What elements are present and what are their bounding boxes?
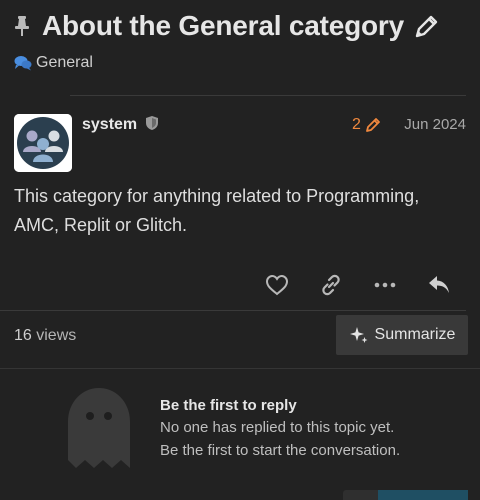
post-username[interactable]: system xyxy=(82,116,137,134)
empty-state-text: No one has replied to this topic yet. xyxy=(160,419,395,436)
edit-count: 2 xyxy=(352,116,361,133)
views-stat: 16 views xyxy=(14,327,76,345)
category-badge[interactable]: General xyxy=(14,54,93,72)
summarize-label: Summarize xyxy=(374,326,456,343)
reply-icon[interactable] xyxy=(422,268,456,302)
comments-icon xyxy=(14,55,32,71)
heart-icon[interactable] xyxy=(260,268,294,302)
topic-title: About the General category xyxy=(42,10,404,41)
post-body: This category for anything related to Pr… xyxy=(14,186,420,235)
topic-page: About the General category General syste… xyxy=(0,0,480,500)
empty-state-text: Be the first to start the conversation. xyxy=(160,442,401,459)
summarize-button[interactable]: Summarize xyxy=(336,315,468,355)
topic-header: About the General category xyxy=(14,10,470,42)
edit-title-icon[interactable] xyxy=(414,12,442,40)
footer-controls-stub[interactable] xyxy=(343,490,468,500)
sparkle-icon xyxy=(349,325,369,345)
pencil-icon xyxy=(365,117,381,133)
divider xyxy=(0,368,480,369)
link-icon[interactable] xyxy=(314,268,348,302)
shield-icon xyxy=(145,115,159,131)
empty-state-heading: Be the first to reply xyxy=(160,397,297,414)
pin-icon xyxy=(14,11,36,41)
views-count: 16 xyxy=(14,327,32,344)
category-name: General xyxy=(36,54,93,71)
post-date[interactable]: Jun 2024 xyxy=(404,116,466,133)
edit-history-button[interactable]: 2 xyxy=(352,116,381,134)
avatar[interactable] xyxy=(14,114,72,172)
divider xyxy=(0,310,466,311)
divider xyxy=(70,95,466,96)
ghost-icon xyxy=(64,386,134,472)
more-icon[interactable] xyxy=(368,268,402,302)
post-actions xyxy=(240,268,456,302)
views-label: views xyxy=(36,327,77,344)
